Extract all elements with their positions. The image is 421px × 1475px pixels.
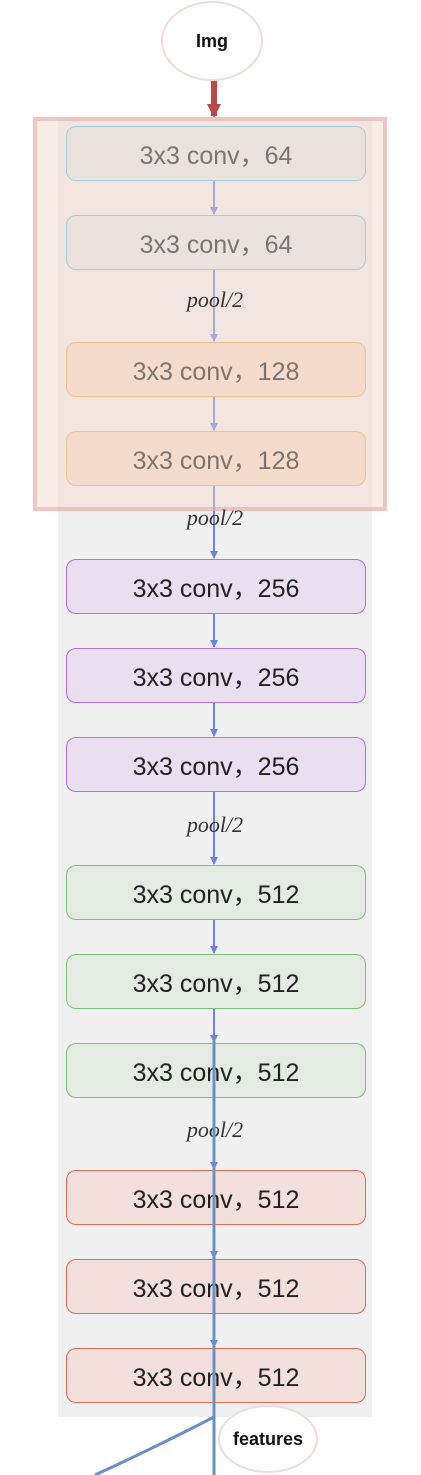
conv-layer-label: 3x3 conv，512 — [132, 969, 300, 998]
pool-label: pool/2 — [186, 1117, 244, 1142]
features-label: features — [232, 1428, 304, 1449]
pool-label: pool/2 — [186, 812, 244, 837]
conv-layer-label: 3x3 conv，256 — [132, 574, 300, 603]
conv-layer-node: 3x3 conv，256 — [66, 648, 366, 703]
conv-layer-label: 3x3 conv，512 — [132, 1363, 300, 1392]
conv-layer-node: 3x3 conv，512 — [66, 1170, 366, 1225]
pool-label: pool/2 — [186, 505, 244, 530]
input-node: Img — [161, 1, 263, 81]
conv-layer-node: 3x3 conv，512 — [66, 954, 366, 1009]
conv-layer-node: 3x3 conv，512 — [66, 1043, 366, 1098]
conv-layer-node: 3x3 conv，512 — [66, 865, 366, 920]
highlighted-block — [33, 117, 387, 511]
conv-layer-label: 3x3 conv，512 — [132, 1185, 300, 1214]
features-node: features — [218, 1405, 318, 1473]
input-label: Img — [195, 30, 228, 51]
conv-layer-label: 3x3 conv，512 — [132, 1058, 300, 1087]
vgg-architecture-diagram: 3x3 conv，64 3x3 conv，64 3x3 conv，128 3x3 co… — [0, 0, 421, 1475]
conv-layer-node: 3x3 conv，256 — [66, 737, 366, 792]
pool-label: pool/2 — [186, 287, 244, 312]
conv-layer-node: 3x3 conv，512 — [66, 1259, 366, 1314]
conv-layer-node: 3x3 conv，256 — [66, 559, 366, 614]
conv-layer-label: 3x3 conv，256 — [132, 663, 300, 692]
conv-layer-label: 3x3 conv，512 — [132, 1274, 300, 1303]
conv-layer-label: 3x3 conv，512 — [132, 880, 300, 909]
conv-layer-node: 3x3 conv，512 — [66, 1348, 366, 1403]
conv-layer-label: 3x3 conv，256 — [132, 752, 300, 781]
